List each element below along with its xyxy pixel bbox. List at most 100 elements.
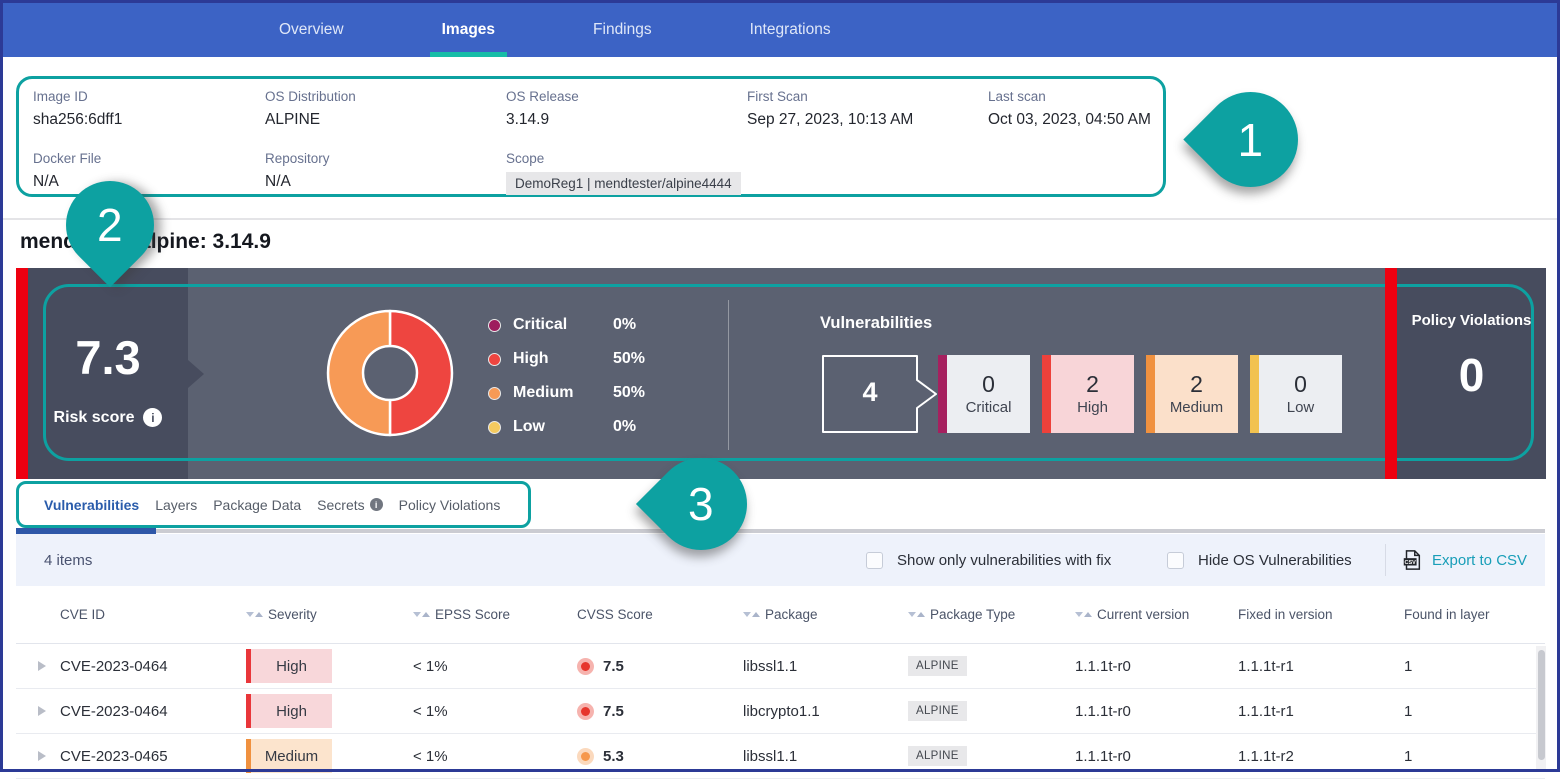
column-header-label: Severity [268,607,317,622]
info-field-value: N/A [265,173,330,191]
detail-tabs: Vulnerabilities Layers Package Data Secr… [16,481,531,528]
found-in-layer-cell: 1 [1404,703,1545,720]
column-header: CVSS Score [577,607,743,622]
info-icon[interactable]: i [370,498,383,511]
policy-violations-count: 0 [1397,348,1546,402]
csv-file-icon: CSV [1401,549,1423,571]
detail-tab[interactable]: Layers [155,497,197,513]
severity-label: Critical [966,399,1012,416]
current-version-cell: 1.1.1t-r0 [1075,748,1238,765]
nav-tab[interactable]: Images [442,3,495,57]
risk-summary-bar: 7.3 Risk score i Critical 0% High 50% Me… [16,268,1546,479]
image-info-panel: Image ID sha256:6dff1 OS Distribution AL… [16,76,1166,197]
column-header: Severity [246,607,413,622]
package-type-chip: ALPINE [908,656,967,676]
show-only-fix-checkbox[interactable] [866,552,883,569]
expand-caret-icon[interactable] [38,661,46,671]
severity-count-box: 2 High [1042,355,1134,433]
info-field-label: Repository [265,151,330,166]
legend-percent: 0% [613,418,636,436]
epss-score-cell: < 1% [413,748,577,765]
info-icon[interactable]: i [143,408,162,427]
cvss-score-value: 7.5 [603,703,624,720]
vulnerabilities-heading: Vulnerabilities [820,314,932,333]
cvss-score-cell: 7.5 [577,703,743,720]
severity-label: Low [1287,399,1315,416]
detail-tab[interactable]: Policy Violations [399,497,501,513]
cve-id-cell: CVE-2023-0465 [60,748,246,765]
package-type-chip: ALPINE [908,746,967,766]
table-row[interactable]: CVE-2023-0464 High < 1% 7.5 libssl1.1 AL… [16,644,1545,689]
vulnerabilities-table-body: CVE-2023-0464 High < 1% 7.5 libssl1.1 AL… [16,644,1545,779]
sort-icon[interactable] [246,612,263,617]
current-version-cell: 1.1.1t-r0 [1075,703,1238,720]
donut-svg [322,305,458,441]
hide-os-vulns-checkbox[interactable] [1167,552,1184,569]
sort-icon[interactable] [908,612,925,617]
cvss-score-cell: 5.3 [577,748,743,765]
scrollbar-thumb[interactable] [1538,650,1545,760]
epss-score-cell: < 1% [413,703,577,720]
column-header-label: CVSS Score [577,607,653,622]
table-row[interactable]: CVE-2023-0465 Medium < 1% 5.3 libssl1.1 … [16,734,1545,779]
info-field: Image ID sha256:6dff1 [33,89,122,129]
vulnerabilities-total-count: 4 [822,377,918,408]
severity-badge: High [246,694,332,728]
cvss-score-value: 7.5 [603,658,624,675]
expand-caret-icon[interactable] [38,706,46,716]
column-header-label: Package Type [930,607,1015,622]
legend-label: Medium [513,384,613,402]
severity-count-box: 0 Low [1250,355,1342,433]
donut-legend: Critical 0% High 50% Medium 50% Low 0% [488,308,645,444]
column-header: Found in layer [1404,607,1545,622]
red-stripe-right [1385,268,1397,479]
table-scrollbar [1536,646,1546,769]
risk-score-label: Risk score [54,409,135,427]
severity-count-box: 2 Medium [1146,355,1238,433]
info-field: Repository N/A [265,151,330,191]
section-divider [3,218,1557,220]
nav-tab[interactable]: Findings [593,3,652,57]
risk-box-arrow [188,360,204,388]
sort-icon[interactable] [743,612,760,617]
info-field-label: Docker File [33,151,101,166]
cvss-score-cell: 7.5 [577,658,743,675]
red-stripe-left [16,268,28,479]
detail-tab[interactable]: Secrets i [317,497,382,513]
hide-os-vulns-label: Hide OS Vulnerabilities [1198,552,1352,569]
cvss-score-value: 5.3 [603,748,624,765]
info-field-value: ALPINE [265,111,356,129]
expand-caret-icon[interactable] [38,751,46,761]
severity-label: High [1077,399,1108,416]
info-field: First Scan Sep 27, 2023, 10:13 AM [747,89,913,129]
legend-dot-icon [488,353,501,366]
nav-tab[interactable]: Integrations [750,3,831,57]
export-to-csv-button[interactable]: CSV Export to CSV [1401,549,1527,571]
export-to-csv-label: Export to CSV [1432,552,1527,569]
cvss-severity-dot-icon [577,748,594,765]
severity-count: 2 [1190,372,1203,396]
nav-tab[interactable]: Overview [279,3,344,57]
table-row[interactable]: CVE-2023-0464 High < 1% 7.5 libcrypto1.1… [16,689,1545,734]
column-header-label: Found in layer [1404,607,1490,622]
legend-dot-icon [488,421,501,434]
detail-tab[interactable]: Package Data [213,497,301,513]
package-cell: libssl1.1 [743,658,908,675]
active-tab-indicator [16,528,156,534]
info-field-label: OS Distribution [265,89,356,104]
column-header: CVE ID [60,607,246,622]
sort-icon[interactable] [1075,612,1092,617]
legend-label: Low [513,418,613,436]
severity-badge: High [246,649,332,683]
sort-icon[interactable] [413,612,430,617]
detail-tab[interactable]: Vulnerabilities [44,497,139,513]
column-header: Fixed in version [1238,607,1404,622]
info-field: OS Release 3.14.9 [506,89,579,129]
fixed-in-version-cell: 1.1.1t-r1 [1238,658,1404,675]
found-in-layer-cell: 1 [1404,658,1545,675]
column-header: EPSS Score [413,607,577,622]
fixed-in-version-cell: 1.1.1t-r1 [1238,703,1404,720]
svg-text:CSV: CSV [1405,560,1417,566]
cvss-severity-dot-icon [577,658,594,675]
info-field: OS Distribution ALPINE [265,89,356,129]
